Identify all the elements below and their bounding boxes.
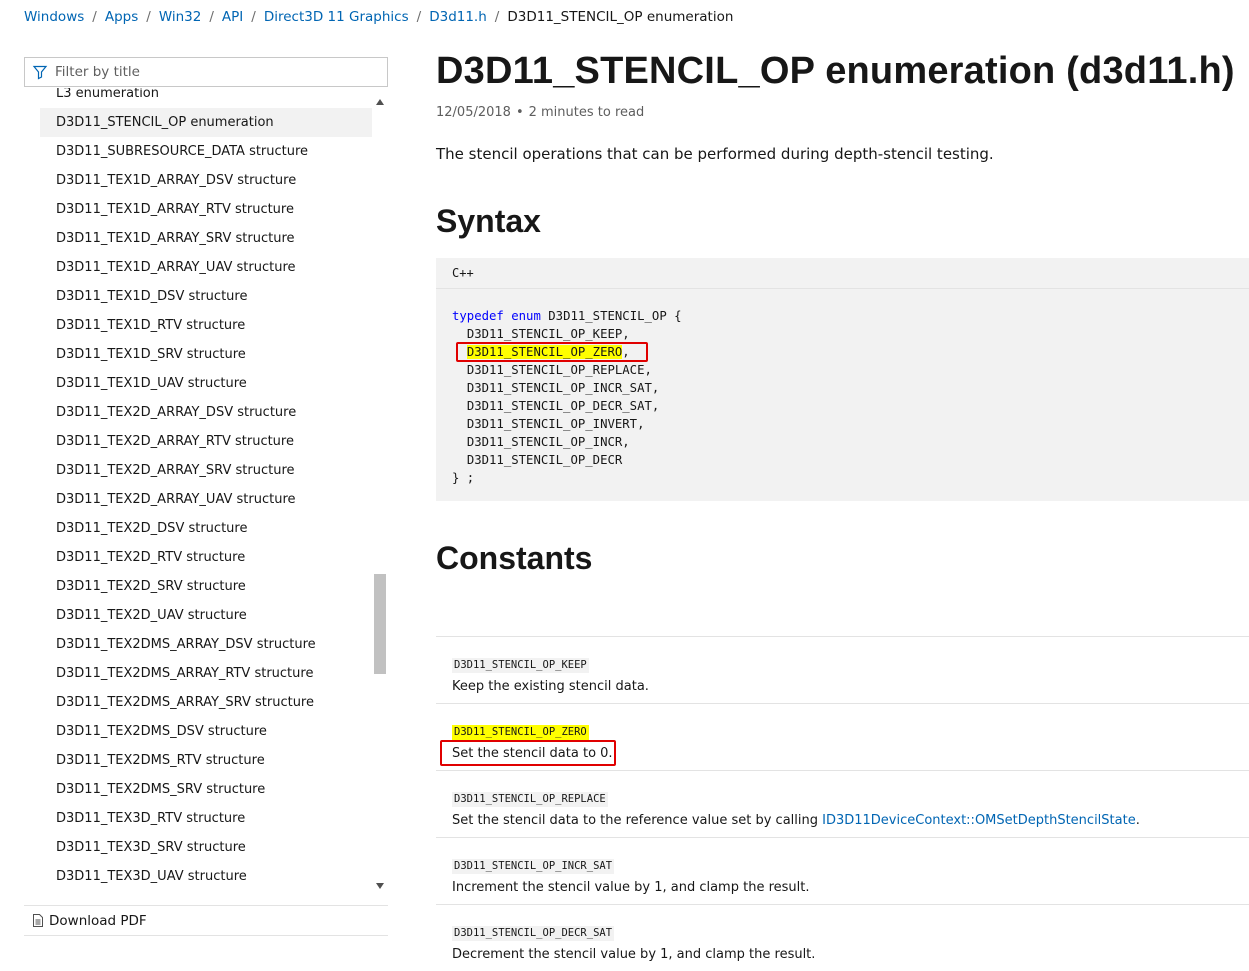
download-pdf-label: Download PDF <box>49 912 147 929</box>
constant-description: Decrement the stencil value by 1, and cl… <box>452 947 816 962</box>
toc-item[interactable]: D3D11_TEX2DMS_RTV structure <box>24 746 372 775</box>
article: D3D11_STENCIL_OP enumeration (d3d11.h) 1… <box>436 0 1249 962</box>
breadcrumb-separator: / <box>92 9 97 25</box>
breadcrumb-link-direct3d[interactable]: Direct3D 11 Graphics <box>264 9 409 25</box>
constant-description-wrapper: Set the stencil data to the reference va… <box>452 813 1233 828</box>
toc-item[interactable]: D3D11_TEX2D_DSV structure <box>24 514 372 543</box>
constant-row: D3D11_STENCIL_OP_KEEP Keep the existing … <box>436 636 1249 703</box>
toc-item[interactable]: D3D11_TEX2D_ARRAY_RTV structure <box>24 427 372 456</box>
toc-item[interactable]: D3D11_TEX2D_SRV structure <box>24 572 372 601</box>
code-member: D3D11_STENCIL_OP_KEEP, <box>466 327 630 341</box>
code-type-name: D3D11_STENCIL_OP { <box>548 309 682 323</box>
toc-item[interactable]: D3D11_TEX2D_ARRAY_SRV structure <box>24 456 372 485</box>
download-pdf-button[interactable]: Download PDF <box>24 905 388 936</box>
toc-item[interactable]: D3D11_TEX1D_ARRAY_DSV structure <box>24 166 372 195</box>
breadcrumb-link-api[interactable]: API <box>222 9 243 25</box>
annotation-box-code <box>456 342 648 362</box>
annotation-box-description <box>440 740 616 766</box>
constant-description-end: . <box>1135 813 1140 828</box>
filter-icon <box>25 64 55 80</box>
constant-row: D3D11_STENCIL_OP_DECR_SAT Decrement the … <box>436 904 1249 971</box>
breadcrumb-separator: / <box>209 9 214 25</box>
document-icon <box>32 914 44 927</box>
code-member: D3D11_STENCIL_OP_INCR, <box>466 435 630 449</box>
breadcrumb-link-win32[interactable]: Win32 <box>159 9 202 25</box>
toc-item[interactable]: D3D11_TEX3D_RTV structure <box>24 804 372 833</box>
toc-item[interactable]: D3D11_TEX1D_UAV structure <box>24 369 372 398</box>
toc-item[interactable]: D3D11_TEX2DMS_ARRAY_SRV structure <box>24 688 372 717</box>
toc-list: L3 enumeration D3D11_STENCIL_OP enumerati… <box>24 88 372 891</box>
toc-item[interactable]: D3D11_TEX1D_ARRAY_SRV structure <box>24 224 372 253</box>
toc-item[interactable]: D3D11_TEX1D_DSV structure <box>24 282 372 311</box>
meta-separator: • <box>515 105 524 120</box>
page-title: D3D11_STENCIL_OP enumeration (d3d11.h) <box>436 50 1235 92</box>
code-member: D3D11_STENCIL_OP_REPLACE, <box>466 363 652 377</box>
omsetdepthstencilstate-link[interactable]: ID3D11DeviceContext::OMSetDepthStencilSt… <box>822 813 1136 828</box>
toc-item[interactable]: L3 enumeration <box>24 88 372 108</box>
constant-row: D3D11_STENCIL_OP_INCR_SAT Increment the … <box>436 837 1249 904</box>
syntax-heading: Syntax <box>436 203 541 239</box>
breadcrumb-separator: / <box>146 9 151 25</box>
code-block: C++ typedef enum D3D11_STENCIL_OP { D3D1… <box>436 258 1249 501</box>
code-member: D3D11_STENCIL_OP_DECR_SAT, <box>466 399 660 413</box>
code-member: D3D11_STENCIL_OP_INCR_SAT, <box>466 381 660 395</box>
code-member: D3D11_STENCIL_OP_DECR <box>466 453 623 467</box>
toc-item[interactable]: D3D11_TEX2D_RTV structure <box>24 543 372 572</box>
toc-item[interactable]: D3D11_TEX2DMS_SRV structure <box>24 775 372 804</box>
breadcrumb-link-apps[interactable]: Apps <box>105 9 138 25</box>
constant-name: D3D11_STENCIL_OP_INCR_SAT <box>452 859 615 874</box>
code-closing: } ; <box>452 471 475 485</box>
toc-item[interactable]: D3D11_TEX2DMS_ARRAY_RTV structure <box>24 659 372 688</box>
breadcrumb-separator: / <box>416 9 422 25</box>
scroll-up-arrow-icon[interactable] <box>372 94 388 110</box>
toc-item[interactable]: D3D11_TEX2D_ARRAY_DSV structure <box>24 398 372 427</box>
read-time: 2 minutes to read <box>528 105 645 120</box>
toc-item[interactable]: D3D11_TEX1D_SRV structure <box>24 340 372 369</box>
toc-item[interactable]: D3D11_TEX2D_ARRAY_UAV structure <box>24 485 372 514</box>
article-meta: 12/05/2018 • 2 minutes to read <box>436 105 644 120</box>
toc-item[interactable]: D3D11_TEX1D_RTV structure <box>24 311 372 340</box>
scroll-down-arrow-icon[interactable] <box>372 878 388 894</box>
constant-name: D3D11_STENCIL_OP_KEEP <box>452 658 589 673</box>
constant-description: Keep the existing stencil data. <box>452 679 649 694</box>
code-language-label: C++ <box>436 258 1249 289</box>
constant-description-wrapper: Set the stencil data to 0. <box>440 740 1233 766</box>
toc-item[interactable]: D3D11_TEX2DMS_DSV structure <box>24 717 372 746</box>
constant-name-highlighted: D3D11_STENCIL_OP_ZERO <box>452 725 589 740</box>
toc-item[interactable]: D3D11_SUBRESOURCE_DATA structure <box>24 137 372 166</box>
toc-item[interactable]: D3D11_TEX2D_UAV structure <box>24 601 372 630</box>
filter-box <box>24 57 388 87</box>
toc-scrollbar[interactable] <box>372 88 388 896</box>
toc-item[interactable]: D3D11_TEX3D_UAV structure <box>24 862 372 891</box>
code-member: D3D11_STENCIL_OP_INVERT, <box>466 417 645 431</box>
constant-description: Increment the stencil value by 1, and cl… <box>452 880 810 895</box>
constant-row: D3D11_STENCIL_OP_REPLACE Set the stencil… <box>436 770 1249 837</box>
breadcrumb-separator: / <box>251 9 256 25</box>
constant-name: D3D11_STENCIL_OP_REPLACE <box>452 792 608 807</box>
toc-panel: L3 enumeration D3D11_STENCIL_OP enumerati… <box>24 88 388 896</box>
scrollbar-thumb[interactable] <box>374 574 386 674</box>
article-summary: The stencil operations that can be perfo… <box>436 145 994 163</box>
toc-item[interactable]: D3D11_TEX1D_ARRAY_RTV structure <box>24 195 372 224</box>
breadcrumb-link-windows[interactable]: Windows <box>24 9 84 25</box>
constant-description: Set the stencil data to the reference va… <box>452 813 823 828</box>
toc-item[interactable]: D3D11_TEX3D_SRV structure <box>24 833 372 862</box>
constants-heading: Constants <box>436 540 593 576</box>
constant-row: D3D11_STENCIL_OP_ZERO Set the stencil da… <box>436 703 1249 770</box>
toc-item[interactable]: D3D11_TEX1D_ARRAY_UAV structure <box>24 253 372 282</box>
code-keyword-typedef: typedef <box>452 309 504 323</box>
filter-input[interactable] <box>55 59 387 85</box>
constant-name: D3D11_STENCIL_OP_DECR_SAT <box>452 926 615 941</box>
constants-table: D3D11_STENCIL_OP_KEEP Keep the existing … <box>436 636 1249 971</box>
code-keyword-enum: enum <box>511 309 541 323</box>
toc-item-active[interactable]: D3D11_STENCIL_OP enumeration <box>40 108 372 137</box>
article-date: 12/05/2018 <box>436 105 511 120</box>
toc-item[interactable]: D3D11_TEX2DMS_ARRAY_DSV structure <box>24 630 372 659</box>
code-content: typedef enum D3D11_STENCIL_OP { D3D11_ST… <box>436 289 1249 505</box>
